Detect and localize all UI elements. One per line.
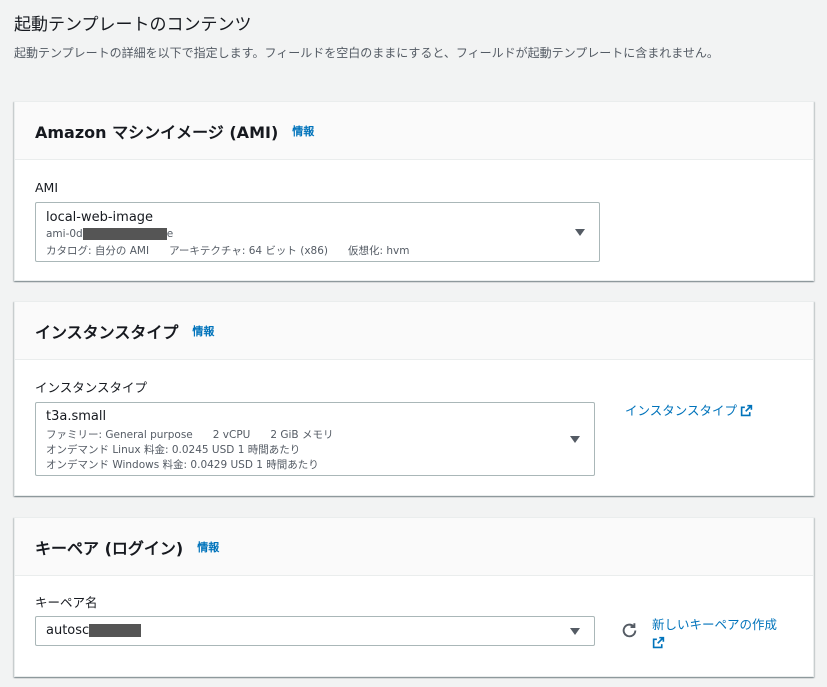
chevron-down-icon [570, 436, 580, 443]
instance-type-external-link[interactable]: インスタンスタイプ [625, 402, 753, 420]
instance-type-specs: ファミリー: General purpose 2 vCPU 2 GiB メモリ [46, 427, 333, 442]
instance-vcpu: 2 vCPU [212, 429, 251, 441]
key-pair-select[interactable]: autosc [35, 616, 595, 646]
instance-type-info-link[interactable]: 情報 [192, 323, 214, 339]
ami-catalog: カタログ: 自分の AMI [46, 245, 150, 257]
key-pair-info-link[interactable]: 情報 [197, 539, 219, 555]
key-pair-field-label: キーペア名 [35, 595, 98, 610]
key-pair-panel-title: キーペア (ログイン) [35, 538, 184, 558]
page-title: 起動テンプレートのコンテンツ [14, 15, 252, 35]
instance-linux-price: オンデマンド Linux 料金: 0.0245 USD 1 時間あたり [46, 444, 301, 456]
ami-select[interactable]: local-web-image ami-0d e カタログ: 自分の AMI アーキ… [35, 202, 600, 262]
external-link-icon [652, 636, 665, 649]
instance-type-panel-title: インスタンスタイプ [35, 322, 179, 342]
instance-family: ファミリー: General purpose [46, 429, 193, 441]
key-pair-panel-header: キーペア (ログイン) 情報 [15, 518, 813, 576]
ami-virtualization: 仮想化: hvm [348, 245, 410, 257]
ami-selected-id: ami-0d e [46, 228, 174, 240]
ami-panel-title: Amazon マシンイメージ (AMI) [35, 122, 279, 142]
ami-architecture: アーキテクチャ: 64 ビット (x86) [169, 245, 329, 257]
chevron-down-icon [570, 628, 580, 635]
ami-selected-name: local-web-image [46, 210, 154, 225]
ami-info-link[interactable]: 情報 [292, 123, 314, 139]
key-pair-panel: キーペア (ログイン) 情報 キーペア名 autosc 新しいキーペアの作成 [14, 517, 814, 677]
ami-field-label: AMI [35, 180, 59, 195]
page-description: 起動テンプレートの詳細を以下で指定します。フィールドを空白のままにすると、フィー… [14, 46, 719, 60]
instance-type-select[interactable]: t3a.small ファミリー: General purpose 2 vCPU 2 … [35, 402, 595, 476]
ami-panel: Amazon マシンイメージ (AMI) 情報 AMI local-web-im… [14, 101, 814, 281]
external-link-icon [740, 404, 753, 417]
redacted-block [89, 624, 142, 637]
redacted-block [82, 228, 167, 240]
key-pair-selected: autosc [46, 623, 142, 638]
ami-panel-header: Amazon マシンイメージ (AMI) 情報 [15, 102, 813, 160]
instance-memory: 2 GiB メモリ [270, 429, 334, 441]
create-key-pair-link[interactable]: 新しいキーペアの作成 [652, 616, 812, 652]
refresh-icon[interactable] [621, 622, 638, 639]
instance-type-panel: インスタンスタイプ 情報 インスタンスタイプ t3a.small ファミリー: … [14, 301, 814, 496]
instance-type-selected: t3a.small [46, 409, 107, 424]
instance-windows-price: オンデマンド Windows 料金: 0.0429 USD 1 時間あたり [46, 459, 319, 471]
instance-type-panel-header: インスタンスタイプ 情報 [15, 302, 813, 360]
page-header: 起動テンプレートのコンテンツ 起動テンプレートの詳細を以下で指定します。フィール… [14, 14, 814, 63]
instance-type-field-label: インスタンスタイプ [35, 380, 148, 395]
chevron-down-icon [575, 229, 585, 236]
ami-details: カタログ: 自分の AMI アーキテクチャ: 64 ビット (x86) 仮想化: h… [46, 243, 410, 258]
